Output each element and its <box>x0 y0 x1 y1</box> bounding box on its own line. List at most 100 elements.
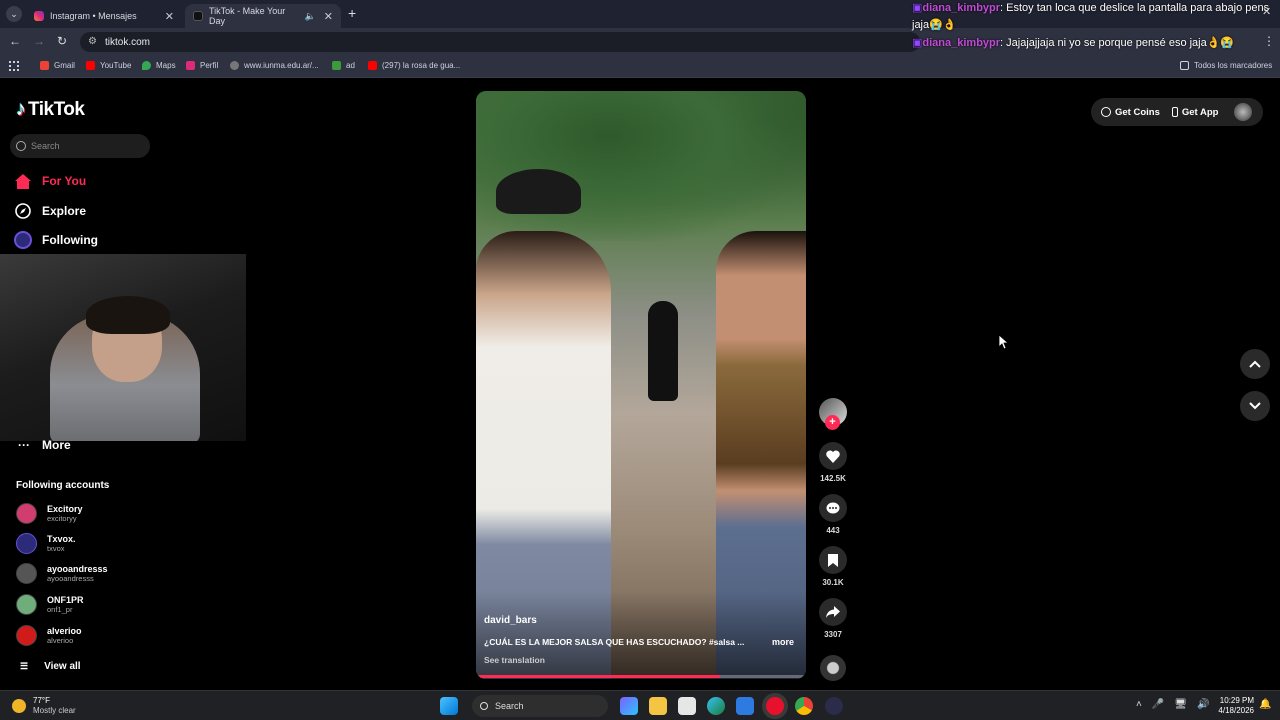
avatar <box>16 594 37 615</box>
site-info-icon[interactable]: ⚙ <box>88 36 97 47</box>
moon-icon <box>12 699 26 713</box>
bookmark-icon[interactable] <box>819 546 847 574</box>
back-button[interactable]: ← <box>9 34 21 48</box>
close-icon[interactable]: ✕ <box>324 10 333 23</box>
opera-icon[interactable] <box>766 697 784 715</box>
account-item[interactable]: Txvox. txvox <box>16 533 76 554</box>
tab-tiktok[interactable]: TikTok - Make Your Day 🔈 ✕ <box>185 4 341 28</box>
account-item[interactable]: ONF1PR onf1_pr <box>16 594 84 615</box>
tab-title: Instagram • Mensajes <box>50 11 137 21</box>
bookmark-rosa[interactable]: (297) la rosa de gua... <box>368 61 460 70</box>
search-icon <box>480 702 488 710</box>
account-item[interactable]: ayooandresss ayooandresss <box>16 563 108 584</box>
heart-icon[interactable] <box>819 442 847 470</box>
speaker-icon[interactable]: 🔈 <box>305 11 316 22</box>
gmail-icon <box>40 61 49 70</box>
address-bar[interactable]: ⚙ tiktok.com <box>80 32 920 52</box>
share-action[interactable]: 3307 <box>817 598 849 639</box>
account-item[interactable]: Excitory excitoryy <box>16 503 83 524</box>
menu-icon[interactable]: ⋮ <box>1263 34 1275 48</box>
avatar <box>16 625 37 646</box>
save-count: 30.1K <box>822 578 844 587</box>
more-button[interactable]: ··· More <box>18 438 71 452</box>
edge-icon[interactable] <box>707 697 725 715</box>
bookmark-maps[interactable]: Maps <box>142 61 176 70</box>
video-progress-track[interactable] <box>476 675 806 678</box>
caption-more-button[interactable]: more <box>772 637 794 647</box>
all-bookmarks[interactable]: Todos los marcadores <box>1180 61 1272 70</box>
following-avatar-icon <box>14 231 32 249</box>
tiktok-icon <box>193 11 203 21</box>
windows-taskbar: 77°F Mostly clear Search ˄🎤🖥🔊 10:29 PM 4… <box>0 690 1280 720</box>
windows-start-icon[interactable] <box>440 697 458 715</box>
profile-avatar[interactable] <box>1234 103 1253 121</box>
weather-widget[interactable]: 77°F Mostly clear <box>12 696 76 716</box>
clock[interactable]: 10:29 PM 4/18/2026 <box>1214 696 1254 716</box>
taskbar-search-label: Search <box>495 701 524 711</box>
ad-icon <box>332 61 341 70</box>
nav-following[interactable]: Following <box>14 231 98 249</box>
system-tray[interactable]: ˄🎤🖥🔊 <box>1136 699 1219 710</box>
store-icon[interactable] <box>678 697 696 715</box>
compass-icon <box>14 202 32 220</box>
copilot-icon[interactable] <box>620 697 638 715</box>
account-handle: alverioo <box>47 636 74 645</box>
search-input[interactable]: Search <box>10 134 150 158</box>
like-action[interactable]: 142.5K <box>817 442 849 483</box>
nav-label: For You <box>42 174 87 188</box>
get-app-button[interactable]: Get App <box>1182 107 1219 118</box>
tiktok-note-icon: ♪ <box>16 98 26 120</box>
chat-message-continued: jaja😭👌 <box>912 18 957 31</box>
bookmark-ad[interactable]: ad <box>332 61 355 70</box>
follow-plus-icon[interactable]: + <box>825 415 840 430</box>
bookmark-label: (297) la rosa de gua... <box>382 61 461 70</box>
bookmark-youtube[interactable]: YouTube <box>86 61 131 70</box>
reload-button[interactable]: ↻ <box>57 34 67 48</box>
new-tab-button[interactable]: + <box>348 5 356 21</box>
bookmark-perfil[interactable]: Perfil <box>186 61 218 70</box>
chat-text: jaja😭👌 <box>912 19 957 31</box>
see-translation-link[interactable]: See translation <box>484 655 545 665</box>
tab-instagram[interactable]: Instagram • Mensajes ✕ <box>26 4 182 28</box>
previous-video-button[interactable] <box>1240 349 1270 379</box>
sound-disc-icon[interactable] <box>820 655 846 681</box>
nav-for-you[interactable]: For You <box>14 172 86 190</box>
maps-icon <box>142 61 151 70</box>
forward-button[interactable]: → <box>33 34 45 48</box>
url-text: tiktok.com <box>105 36 151 48</box>
home-icon <box>14 172 32 190</box>
bookmark-iunma[interactable]: www.iunma.edu.ar/... <box>230 61 319 70</box>
notification-icon[interactable]: 🔔 <box>1259 699 1271 710</box>
account-handle: ayooandresss <box>47 574 94 583</box>
taskbar-search[interactable]: Search <box>472 695 608 717</box>
apps-grid-icon[interactable] <box>9 61 19 71</box>
chat-message: ▣diana_kimbypr: Jajajajjaja ni yo se por… <box>912 36 1234 49</box>
tab-list-chevron-icon[interactable]: ⌄ <box>6 6 22 22</box>
bookmark-gmail[interactable]: Gmail <box>40 61 75 70</box>
next-video-button[interactable] <box>1240 391 1270 421</box>
bookmark-label: ad <box>346 61 355 70</box>
view-all-label: View all <box>44 661 81 672</box>
get-coins-button[interactable]: Get Coins <box>1115 107 1160 118</box>
tiktok-logo[interactable]: ♪ TikTok <box>16 98 85 121</box>
video-progress-fill <box>476 675 721 678</box>
view-all-link[interactable]: ☰ View all <box>20 661 81 672</box>
account-handle: excitoryy <box>47 514 77 523</box>
comment-icon[interactable] <box>819 494 847 522</box>
coin-icon <box>1101 107 1111 117</box>
close-icon[interactable]: ✕ <box>165 10 174 23</box>
mail-icon[interactable] <box>736 697 754 715</box>
weather-temp: 77°F <box>33 696 50 705</box>
file-explorer-icon[interactable] <box>649 697 667 715</box>
ellipsis-icon: ··· <box>18 438 30 452</box>
account-item[interactable]: alverioo alverioo <box>16 625 82 646</box>
video-player[interactable]: david_bars ¿CUÁL ES LA MEJOR SALSA QUE H… <box>476 91 806 679</box>
stream-app-icon[interactable] <box>825 697 843 715</box>
save-action[interactable]: 30.1K <box>817 546 849 587</box>
share-icon[interactable] <box>819 598 847 626</box>
comment-action[interactable]: 443 <box>817 494 849 535</box>
share-count: 3307 <box>824 630 842 639</box>
chrome-icon[interactable] <box>795 697 813 715</box>
nav-explore[interactable]: Explore <box>14 202 86 220</box>
video-author[interactable]: david_bars <box>484 615 537 626</box>
